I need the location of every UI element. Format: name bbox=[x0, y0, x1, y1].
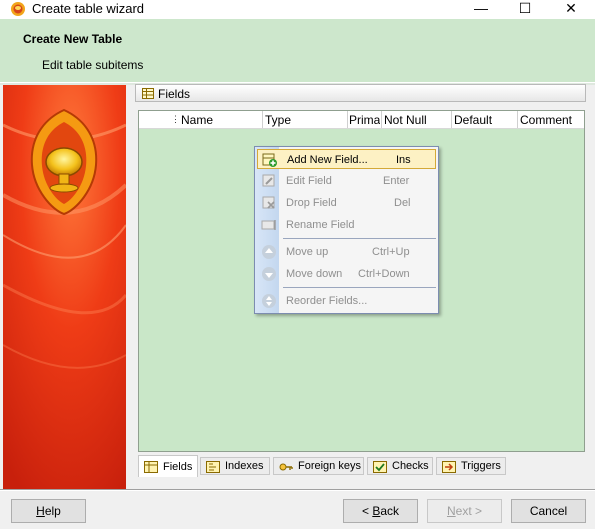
fields-section-label: Fields bbox=[158, 87, 191, 101]
add-field-icon bbox=[262, 153, 277, 167]
indexes-tab-icon bbox=[206, 461, 220, 473]
tab-triggers[interactable]: Triggers bbox=[436, 457, 506, 475]
tab-strip: Fields Indexes Foreign keys Checks Trigg… bbox=[138, 455, 508, 477]
key-icon bbox=[279, 463, 293, 471]
footer-divider bbox=[0, 489, 595, 491]
context-menu: Add New Field... Ins Edit Field Enter Dr… bbox=[254, 146, 439, 314]
menu-item-rename-field[interactable]: Rename Field bbox=[257, 215, 436, 235]
menu-item-drop-field[interactable]: Drop Field Del bbox=[257, 193, 436, 213]
wizard-subtitle: Edit table subitems bbox=[42, 58, 144, 72]
move-down-icon bbox=[262, 267, 276, 281]
cancel-button[interactable]: Cancel bbox=[511, 499, 586, 523]
back-button[interactable]: < Back bbox=[343, 499, 418, 523]
firebird-app-icon bbox=[11, 2, 25, 16]
check-icon bbox=[373, 461, 387, 473]
wizard-banner bbox=[3, 85, 126, 489]
banner-image bbox=[3, 85, 126, 489]
next-button[interactable]: Next > bbox=[427, 499, 502, 523]
table-icon bbox=[142, 88, 154, 99]
window-title: Create table wizard bbox=[32, 1, 144, 16]
tab-checks[interactable]: Checks bbox=[367, 457, 433, 475]
menu-item-add-new-field[interactable]: Add New Field... Ins bbox=[257, 149, 436, 169]
title-bar: Create table wizard — ☐ ✕ bbox=[0, 0, 595, 19]
trigger-icon bbox=[442, 461, 456, 473]
menu-item-move-down[interactable]: Move down Ctrl+Down bbox=[257, 264, 436, 284]
menu-separator bbox=[283, 238, 436, 239]
rename-field-icon bbox=[261, 220, 276, 230]
column-header-default[interactable]: Default bbox=[454, 113, 516, 127]
column-header-not-null[interactable]: Not Null bbox=[384, 113, 450, 127]
column-header-type[interactable]: Type bbox=[265, 113, 345, 127]
fields-tab-icon bbox=[144, 461, 158, 473]
close-button[interactable]: ✕ bbox=[549, 0, 593, 19]
tab-foreign-keys[interactable]: Foreign keys bbox=[273, 457, 364, 475]
minimize-icon: — bbox=[474, 0, 488, 16]
close-icon: ✕ bbox=[565, 0, 577, 16]
drop-field-icon bbox=[262, 196, 275, 209]
row-indicator-icon: ⋮ bbox=[171, 114, 180, 124]
move-up-icon bbox=[262, 245, 276, 259]
menu-item-edit-field[interactable]: Edit Field Enter bbox=[257, 171, 436, 191]
menu-separator bbox=[283, 287, 436, 288]
column-header-comment[interactable]: Comment bbox=[520, 113, 582, 127]
tab-indexes[interactable]: Indexes bbox=[200, 457, 270, 475]
wizard-title: Create New Table bbox=[23, 32, 123, 46]
reorder-icon bbox=[262, 294, 276, 308]
edit-field-icon bbox=[262, 174, 275, 187]
minimize-button[interactable]: — bbox=[459, 0, 503, 19]
maximize-button[interactable]: ☐ bbox=[503, 0, 547, 19]
fields-section-bar: Fields bbox=[135, 84, 586, 102]
tab-fields[interactable]: Fields bbox=[138, 455, 198, 477]
column-header-name[interactable]: Name bbox=[181, 113, 261, 127]
help-button[interactable]: Help bbox=[11, 499, 86, 523]
wizard-header: Create New Table Edit table subitems bbox=[0, 19, 595, 82]
maximize-icon: ☐ bbox=[518, 0, 532, 16]
grid-header: ⋮ Name Type Primar Not Null Default Comm… bbox=[139, 111, 584, 129]
menu-item-reorder-fields[interactable]: Reorder Fields... bbox=[257, 291, 436, 311]
menu-item-move-up[interactable]: Move up Ctrl+Up bbox=[257, 242, 436, 262]
column-header-primary[interactable]: Primar bbox=[349, 113, 380, 127]
